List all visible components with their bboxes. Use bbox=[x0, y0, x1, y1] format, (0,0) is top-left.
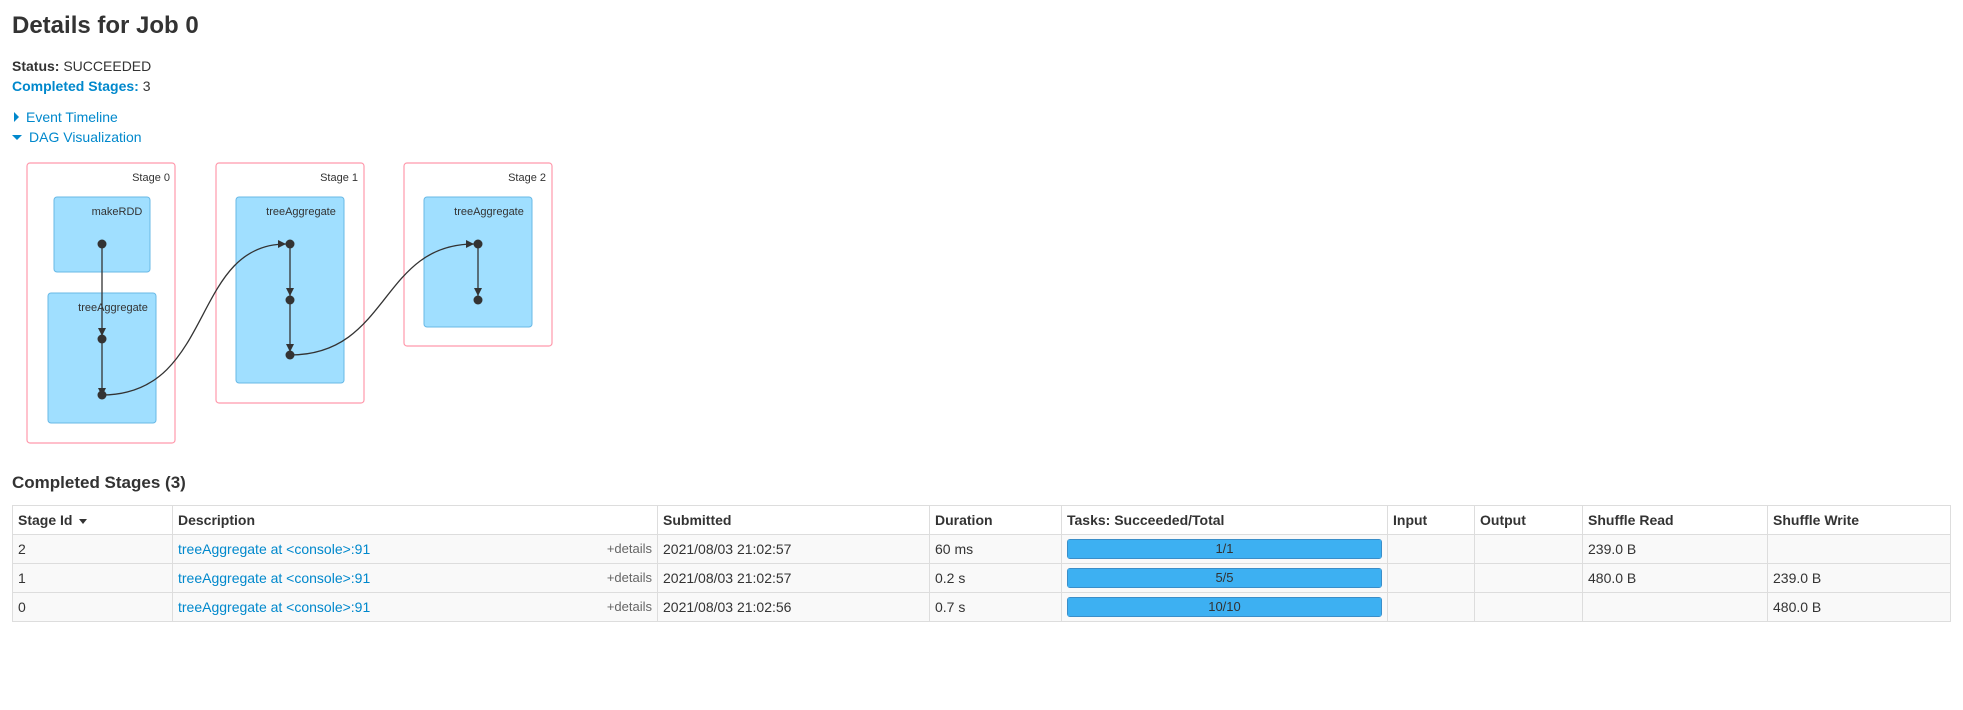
tasks-progress-bar: 5/5 bbox=[1067, 568, 1382, 588]
duration-cell: 0.2 s bbox=[929, 563, 1062, 593]
cluster-makerdd-label: makeRDD bbox=[92, 206, 143, 218]
output-cell bbox=[1474, 563, 1583, 593]
table-row: 2 treeAggregate at <console>:91 +details… bbox=[12, 534, 1951, 564]
stage-id-cell: 1 bbox=[12, 563, 173, 593]
tasks-cell: 10/10 bbox=[1061, 592, 1388, 622]
stage-description-link[interactable]: treeAggregate at <console>:91 bbox=[178, 599, 370, 615]
input-cell bbox=[1387, 534, 1475, 564]
dag-node[interactable] bbox=[285, 295, 295, 305]
shuffle-write-cell: 480.0 B bbox=[1767, 592, 1951, 622]
stage-id-cell: 0 bbox=[12, 592, 173, 622]
col-input[interactable]: Input bbox=[1387, 505, 1475, 535]
stage-description-link[interactable]: treeAggregate at <console>:91 bbox=[178, 570, 370, 586]
cluster-treeaggregate-stage-0-label: treeAggregate bbox=[78, 302, 148, 314]
cluster-treeaggregate-stage-2-label: treeAggregate bbox=[454, 206, 524, 218]
stage-0-label: Stage 0 bbox=[132, 172, 170, 184]
stage-description-link[interactable]: treeAggregate at <console>:91 bbox=[178, 541, 370, 557]
details-toggle[interactable]: +details bbox=[607, 599, 652, 614]
input-cell bbox=[1387, 592, 1475, 622]
dag-node[interactable] bbox=[473, 295, 483, 305]
cluster-treeaggregate-stage-1-label: treeAggregate bbox=[266, 206, 336, 218]
submitted-cell: 2021/08/03 21:02:57 bbox=[657, 534, 930, 564]
output-cell bbox=[1474, 534, 1583, 564]
col-tasks[interactable]: Tasks: Succeeded/Total bbox=[1061, 505, 1388, 535]
col-stage-id-label[interactable]: Stage Id bbox=[18, 512, 72, 528]
tasks-cell: 5/5 bbox=[1061, 563, 1388, 593]
shuffle-read-cell: 480.0 B bbox=[1582, 563, 1768, 593]
shuffle-read-cell: 239.0 B bbox=[1582, 534, 1768, 564]
duration-cell: 0.7 s bbox=[929, 592, 1062, 622]
table-row: 1 treeAggregate at <console>:91 +details… bbox=[12, 563, 1951, 593]
col-shuffle-read[interactable]: Shuffle Read bbox=[1582, 505, 1768, 535]
table-row: 0 treeAggregate at <console>:91 +details… bbox=[12, 592, 1951, 622]
col-stage-id[interactable]: Stage Id bbox=[12, 505, 173, 535]
col-output[interactable]: Output bbox=[1474, 505, 1583, 535]
description-cell: treeAggregate at <console>:91 +details bbox=[172, 563, 658, 593]
table-header-row: Stage Id Description Submitted Duration … bbox=[12, 505, 1951, 535]
completed-stages-table: Stage Id Description Submitted Duration … bbox=[12, 505, 1951, 622]
submitted-cell: 2021/08/03 21:02:56 bbox=[657, 592, 930, 622]
tasks-progress-bar: 10/10 bbox=[1067, 597, 1382, 617]
dag-node[interactable] bbox=[97, 334, 107, 344]
dag-node[interactable] bbox=[473, 239, 483, 249]
description-cell: treeAggregate at <console>:91 +details bbox=[172, 534, 658, 564]
col-duration[interactable]: Duration bbox=[929, 505, 1062, 535]
tasks-progress-text: 1/1 bbox=[1215, 541, 1234, 556]
details-toggle[interactable]: +details bbox=[607, 541, 652, 556]
sort-desc-icon[interactable] bbox=[79, 518, 88, 524]
details-toggle[interactable]: +details bbox=[607, 570, 652, 585]
col-submitted[interactable]: Submitted bbox=[657, 505, 930, 535]
stage-1-label: Stage 1 bbox=[320, 172, 358, 184]
submitted-cell: 2021/08/03 21:02:57 bbox=[657, 563, 930, 593]
shuffle-read-cell bbox=[1582, 592, 1768, 622]
shuffle-write-cell bbox=[1767, 534, 1951, 564]
tasks-progress-bar: 1/1 bbox=[1067, 539, 1382, 559]
col-description[interactable]: Description bbox=[172, 505, 658, 535]
output-cell bbox=[1474, 592, 1583, 622]
dag-visualization: Stage 0 makeRDD treeAggregate Stage 1 tr… bbox=[26, 162, 553, 444]
col-shuffle-write[interactable]: Shuffle Write bbox=[1767, 505, 1951, 535]
shuffle-write-cell: 239.0 B bbox=[1767, 563, 1951, 593]
dag-node[interactable] bbox=[285, 350, 295, 360]
stage-2-label: Stage 2 bbox=[508, 172, 546, 184]
dag-node[interactable] bbox=[97, 239, 107, 249]
dag-node[interactable] bbox=[285, 239, 295, 249]
description-cell: treeAggregate at <console>:91 +details bbox=[172, 592, 658, 622]
completed-stages-heading[interactable]: Completed Stages (3) bbox=[12, 473, 186, 493]
dag-node[interactable] bbox=[97, 390, 107, 400]
tasks-progress-text: 10/10 bbox=[1208, 599, 1241, 614]
duration-cell: 60 ms bbox=[929, 534, 1062, 564]
stage-id-cell: 2 bbox=[12, 534, 173, 564]
stage-0-box[interactable]: Stage 0 makeRDD treeAggregate bbox=[26, 162, 176, 444]
tasks-progress-text: 5/5 bbox=[1215, 570, 1234, 585]
tasks-cell: 1/1 bbox=[1061, 534, 1388, 564]
input-cell bbox=[1387, 563, 1475, 593]
